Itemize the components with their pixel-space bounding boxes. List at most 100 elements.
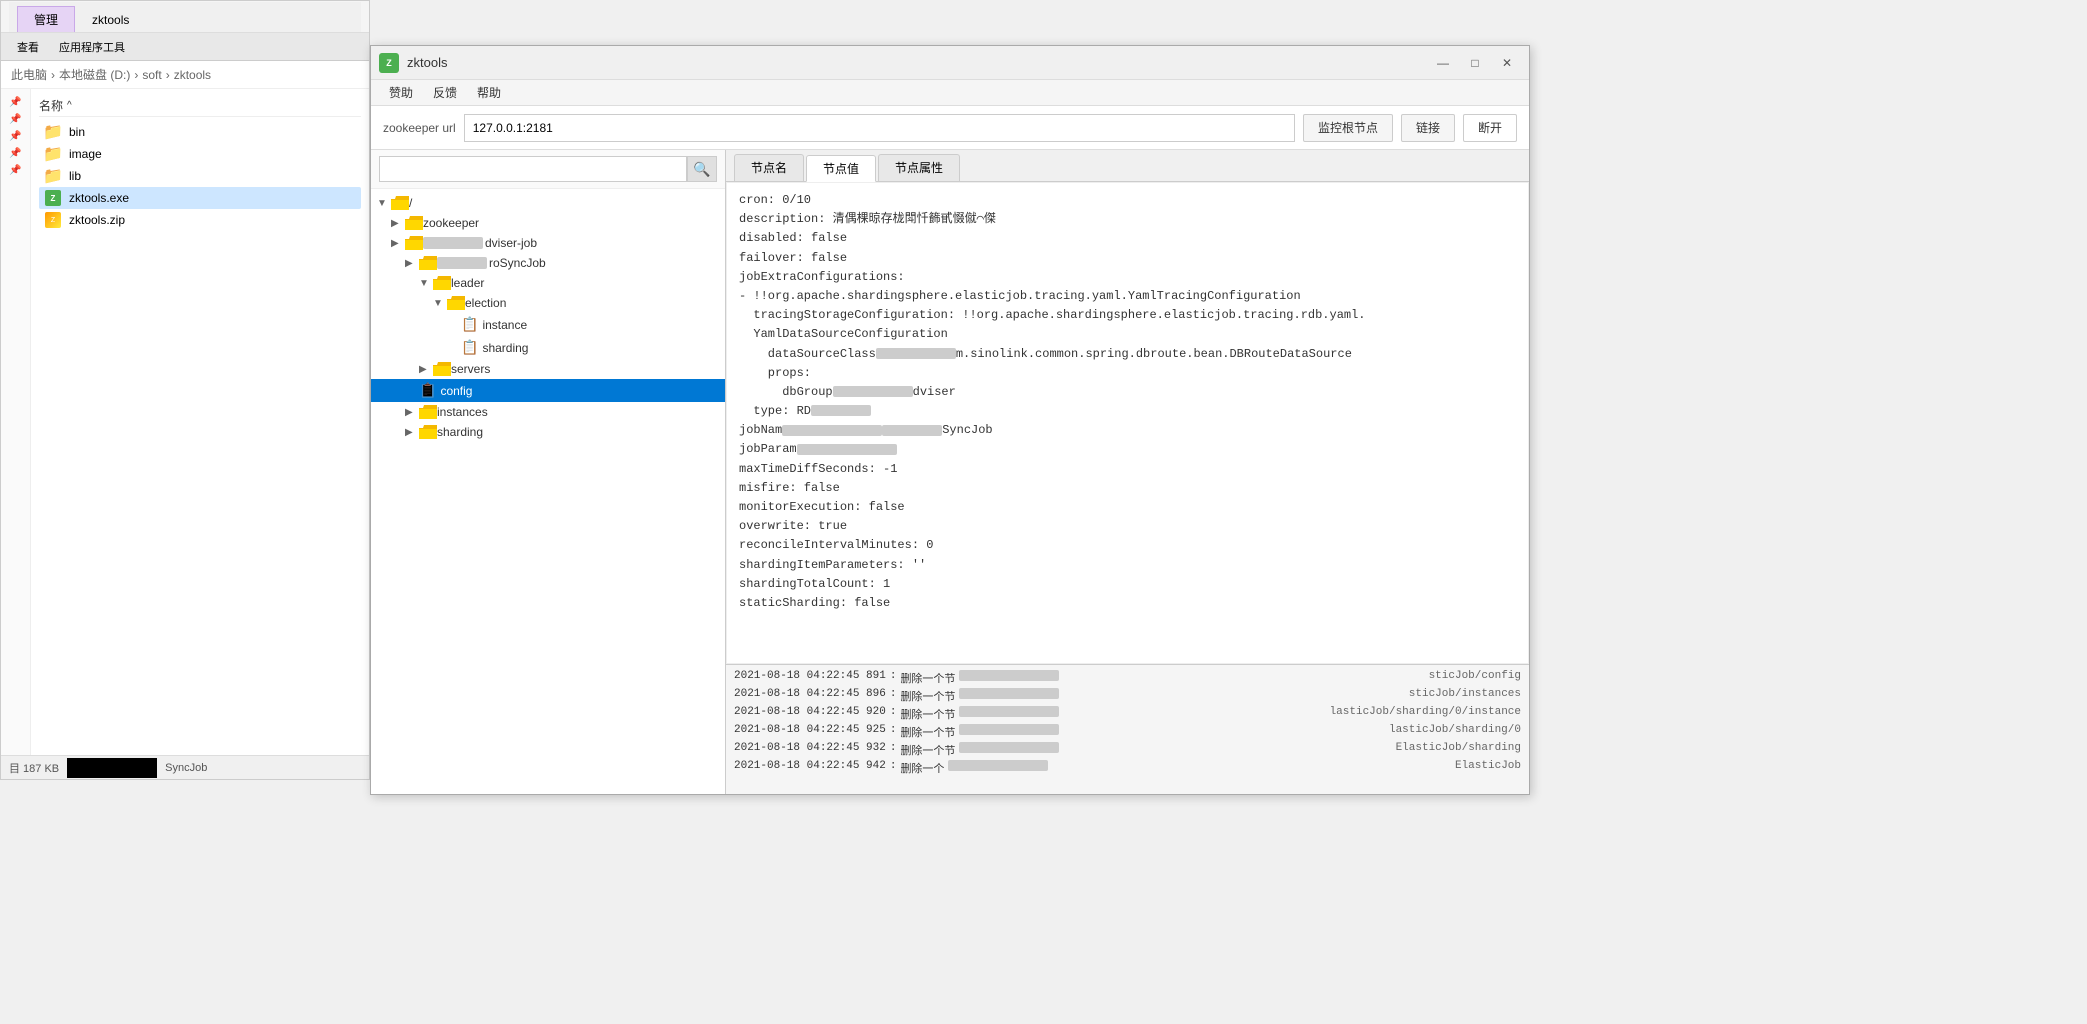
folder-icon-zk [405, 216, 423, 230]
tree-node-config[interactable]: ▶ 📋 config [371, 379, 725, 402]
log-time: 2021-08-18 04:22:45 896 [734, 688, 886, 704]
app-window: Z zktools — □ ✕ 赞助 反馈 帮助 zookeeper url 监… [370, 45, 1530, 795]
list-item[interactable]: 📁 bin [39, 121, 361, 143]
content-line-tracing: - !!org.apache.shardingsphere.elasticjob… [739, 287, 1516, 306]
list-item-zktools-exe[interactable]: Z zktools.exe [39, 187, 361, 209]
tree-node-servers[interactable]: ▶ servers [371, 359, 725, 379]
list-item[interactable]: 📁 lib [39, 165, 361, 187]
content-line-extra: jobExtraConfigurations: [739, 268, 1516, 287]
blurred-adviser [423, 237, 483, 249]
status-size-text: 目 187 KB [9, 760, 59, 776]
list-item[interactable]: 📁 image [39, 143, 361, 165]
tools-menu-item[interactable]: 应用程序工具 [51, 37, 133, 57]
tree-node-label-leader: leader [451, 276, 484, 290]
log-path: ElasticJob/sharding [1396, 742, 1521, 758]
close-button[interactable]: ✕ [1493, 53, 1521, 73]
tree-node-root[interactable]: ▼ / [371, 193, 725, 213]
tree-node-label-adviser: dviser-job [485, 236, 537, 250]
explorer-window: 管理 zktools 查看 应用程序工具 此电脑 › 本地磁盘 (D:) › s… [0, 0, 370, 780]
view-menu-item[interactable]: 查看 [9, 37, 47, 57]
log-action: 删除一个节 [900, 742, 955, 758]
zk-url-input[interactable] [464, 114, 1295, 142]
log-path: ElasticJob [1455, 760, 1521, 776]
status-syncjob: SyncJob [165, 762, 207, 774]
tree-node-instances[interactable]: ▶ instances [371, 402, 725, 422]
blurred-syncjob [437, 257, 487, 269]
window-controls: — □ ✕ [1429, 53, 1521, 73]
folder-icon: 📁 [43, 168, 63, 184]
breadcrumb-part4[interactable]: zktools [174, 68, 211, 82]
breadcrumb-part3[interactable]: soft [142, 68, 161, 82]
breadcrumb-part2[interactable]: 本地磁盘 (D:) [59, 66, 130, 83]
content-line-datasource: dataSourceClass m.sinolink.common.spring… [739, 345, 1516, 364]
tree-node-label-syncjob: roSyncJob [489, 256, 546, 270]
connect-button[interactable]: 链接 [1401, 114, 1455, 142]
file-name: bin [69, 125, 85, 139]
tab-manage[interactable]: 管理 [17, 6, 75, 32]
file-name: zktools.zip [69, 213, 125, 227]
log-entry: 2021-08-18 04:22:45 925 : 删除一个节 lasticJo… [734, 723, 1521, 741]
tree-node-label-instances: instances [437, 405, 488, 419]
folder-icon-syncjob [419, 256, 437, 270]
tab-node-name[interactable]: 节点名 [734, 154, 804, 181]
maximize-button[interactable]: □ [1461, 53, 1489, 73]
content-line-failover: failover: false [739, 249, 1516, 268]
log-entry: 2021-08-18 04:22:45 932 : 删除一个节 ElasticJ… [734, 741, 1521, 759]
zk-url-label: zookeeper url [383, 121, 456, 135]
content-line-static: staticSharding: false [739, 594, 1516, 613]
tree-toggle-adviser: ▶ [391, 238, 405, 249]
monitor-node-button[interactable]: 监控根节点 [1303, 114, 1393, 142]
zip-icon: Z [43, 212, 63, 228]
file-list: 📁 bin 📁 image 📁 lib Z zktools.exe [39, 121, 361, 231]
explorer-titlebar: 管理 zktools [1, 1, 369, 33]
tree-search-button[interactable]: 🔍 [687, 156, 717, 182]
explorer-sidebar: 📌 📌 📌 📌 📌 [1, 89, 31, 777]
log-blurred-path [959, 670, 1059, 681]
tree-node-election[interactable]: ▼ election [371, 293, 725, 313]
log-colon: : [890, 670, 897, 686]
folder-icon-root [391, 196, 409, 210]
breadcrumb: 此电脑 › 本地磁盘 (D:) › soft › zktools [1, 61, 369, 89]
tree-node-leader[interactable]: ▼ leader [371, 273, 725, 293]
tab-node-value[interactable]: 节点值 [806, 155, 876, 182]
log-entry: 2021-08-18 04:22:45 920 : 删除一个节 lasticJo… [734, 705, 1521, 723]
explorer-content: 📌 📌 📌 📌 📌 名称 ^ 📁 bin 📁 image [1, 89, 369, 777]
file-doc-icon-sharding-leaf: 📋 [461, 339, 478, 356]
tree-node-label-instance: instance [482, 318, 527, 332]
menu-feedback[interactable]: 反馈 [423, 82, 467, 103]
tree-search-input[interactable] [379, 156, 687, 182]
app-menubar: 赞助 反馈 帮助 [371, 80, 1529, 106]
tree-node-adviser[interactable]: ▶ dviser-job [371, 233, 725, 253]
file-name: zktools.exe [69, 191, 129, 205]
tree-node-sharding[interactable]: ▶ sharding [371, 422, 725, 442]
content-line-tracing2: tracingStorageConfiguration: !!org.apach… [739, 306, 1516, 325]
exe-icon: Z [43, 190, 63, 206]
content-line-monitor: monitorExecution: false [739, 498, 1516, 517]
tree-node-instance[interactable]: ▶ 📋 instance [371, 313, 725, 336]
app-title: zktools [407, 55, 1429, 70]
col-name-label: 名称 [39, 97, 63, 114]
tree-node-syncjob[interactable]: ▶ roSyncJob [371, 253, 725, 273]
tree-node-label-sharding-leaf: sharding [482, 341, 528, 355]
log-time: 2021-08-18 04:22:45 925 [734, 724, 886, 740]
list-item[interactable]: Z zktools.zip [39, 209, 361, 231]
sort-arrow: ^ [67, 100, 72, 111]
tab-zktools[interactable]: zktools [75, 8, 146, 32]
folder-icon-sharding [419, 425, 437, 439]
app-toolbar: zookeeper url 监控根节点 链接 断开 [371, 106, 1529, 150]
tree-node-label-sharding: sharding [437, 425, 483, 439]
disconnect-button[interactable]: 断开 [1463, 114, 1517, 142]
menu-sponsor[interactable]: 赞助 [379, 82, 423, 103]
folder-icon-election [447, 296, 465, 310]
minimize-button[interactable]: — [1429, 53, 1457, 73]
breadcrumb-part1[interactable]: 此电脑 [11, 66, 47, 83]
content-line-cron: cron: 0/10 [739, 191, 1516, 210]
log-time: 2021-08-18 04:22:45 891 [734, 670, 886, 686]
app-body: 🔍 ▼ / ▶ zookeeper ▶ [371, 150, 1529, 794]
tree-node-sharding-leaf[interactable]: ▶ 📋 sharding [371, 336, 725, 359]
menu-help[interactable]: 帮助 [467, 82, 511, 103]
log-action: 删除一个节 [900, 688, 955, 704]
tree-node-zookeeper[interactable]: ▶ zookeeper [371, 213, 725, 233]
tab-node-props[interactable]: 节点属性 [878, 154, 960, 181]
log-action: 删除一个节 [900, 724, 955, 740]
